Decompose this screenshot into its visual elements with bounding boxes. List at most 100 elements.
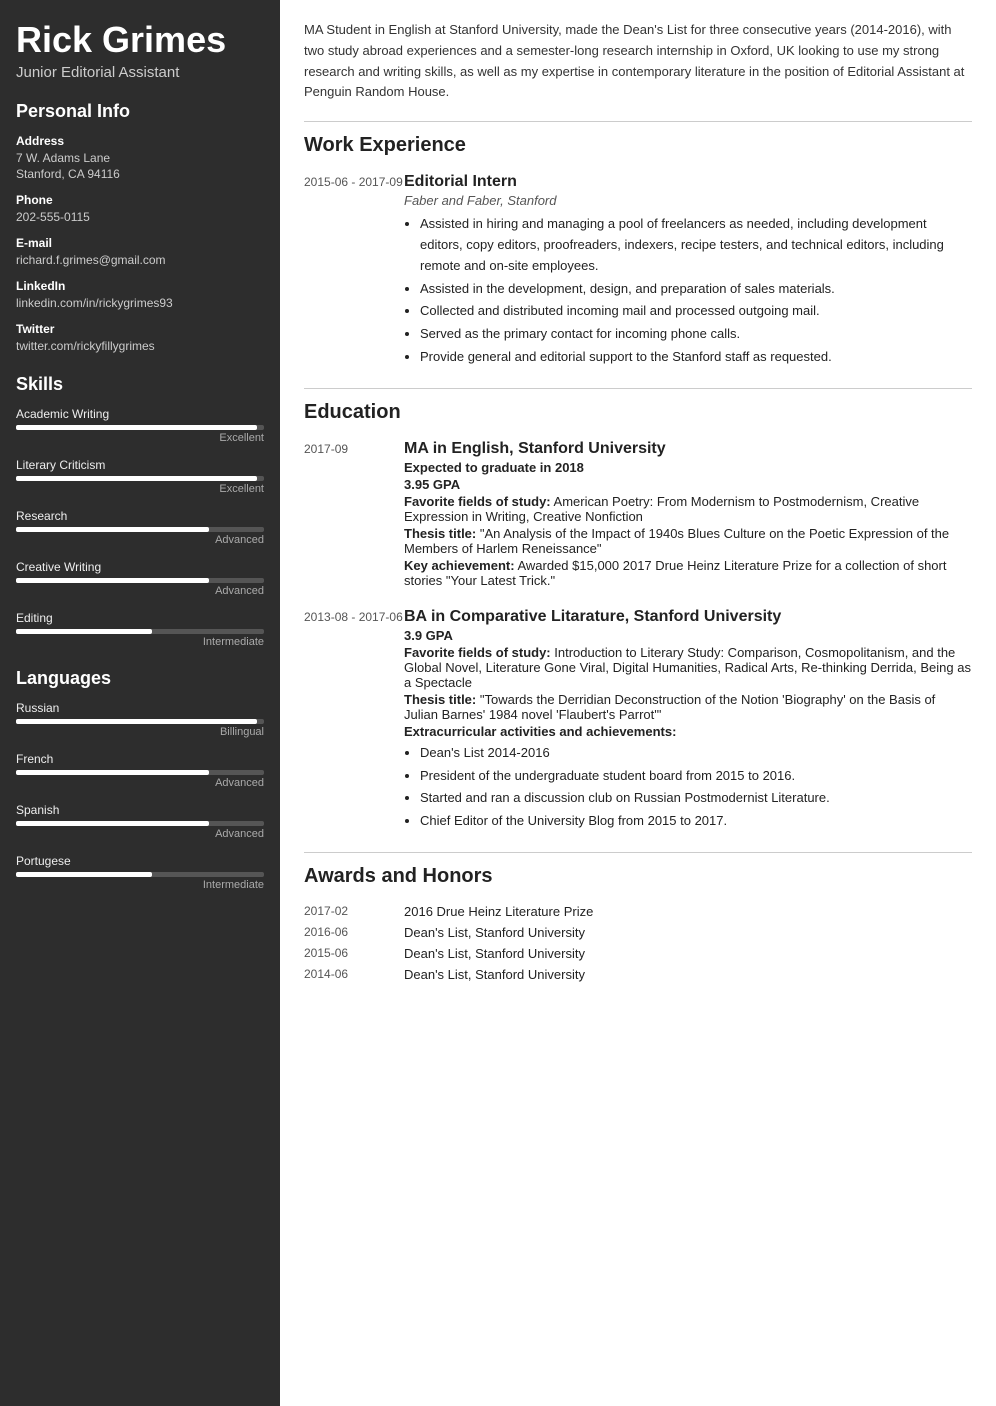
award-entry: 2014-06 Dean's List, Stanford University xyxy=(304,967,972,982)
skill-item: Research Advanced xyxy=(16,509,264,546)
linkedin-value: linkedin.com/in/rickygrimes93 xyxy=(16,295,264,312)
divider-education xyxy=(304,388,972,389)
skill-item: Creative Writing Advanced xyxy=(16,560,264,597)
award-date: 2015-06 xyxy=(304,946,404,961)
edu-date: 2017-09 xyxy=(304,440,404,590)
language-bar-bg xyxy=(16,770,264,775)
job-title: Junior Editorial Assistant xyxy=(16,64,264,81)
skill-bar-fill xyxy=(16,476,257,481)
skill-bar-bg xyxy=(16,629,264,634)
edu-bullet: President of the undergraduate student b… xyxy=(420,766,972,787)
education-entry: 2017-09 MA in English, Stanford Universi… xyxy=(304,440,972,590)
language-item: Portugese Intermediate xyxy=(16,854,264,891)
education-title: Education xyxy=(304,401,972,424)
work-bullet: Provide general and editorial support to… xyxy=(420,347,972,368)
award-date: 2016-06 xyxy=(304,925,404,940)
award-entry: 2015-06 Dean's List, Stanford University xyxy=(304,946,972,961)
skill-item: Editing Intermediate xyxy=(16,611,264,648)
edu-bold1: Expected to graduate in 2018 xyxy=(404,460,972,475)
sidebar: Rick Grimes Junior Editorial Assistant P… xyxy=(0,0,280,1406)
language-bar-fill xyxy=(16,719,257,724)
awards-title: Awards and Honors xyxy=(304,865,972,888)
skill-name: Research xyxy=(16,509,264,523)
language-bar-fill xyxy=(16,821,209,826)
twitter-value: twitter.com/rickyfillygrimes xyxy=(16,338,264,355)
edu-fields: Favorite fields of study: Introduction t… xyxy=(404,645,972,690)
skill-name: Literary Criticism xyxy=(16,458,264,472)
phone-value: 202-555-0115 xyxy=(16,209,264,226)
skill-item: Literary Criticism Excellent xyxy=(16,458,264,495)
skill-bar-bg xyxy=(16,527,264,532)
edu-achievement: Key achievement: Awarded $15,000 2017 Dr… xyxy=(404,558,972,588)
work-entries: 2015-06 - 2017-09 Editorial Intern Faber… xyxy=(304,173,972,370)
skill-name: Editing xyxy=(16,611,264,625)
edu-body: BA in Comparative Litarature, Stanford U… xyxy=(404,608,972,834)
edu-extracurricular-label: Extracurricular activities and achieveme… xyxy=(404,724,972,739)
work-bullets: Assisted in hiring and managing a pool o… xyxy=(420,214,972,368)
skill-bar-fill xyxy=(16,629,152,634)
work-entry: 2015-06 - 2017-09 Editorial Intern Faber… xyxy=(304,173,972,370)
awards-list: 2017-02 2016 Drue Heinz Literature Prize… xyxy=(304,904,972,982)
language-bar-fill xyxy=(16,770,209,775)
award-text: Dean's List, Stanford University xyxy=(404,946,585,961)
language-level: Billingual xyxy=(16,726,264,738)
edu-gpa: 3.9 GPA xyxy=(404,628,972,643)
work-date: 2015-06 - 2017-09 xyxy=(304,173,404,370)
language-bar-fill xyxy=(16,872,152,877)
language-level: Intermediate xyxy=(16,879,264,891)
edu-title: MA in English, Stanford University xyxy=(404,440,972,458)
edu-body: MA in English, Stanford University Expect… xyxy=(404,440,972,590)
skill-bar-bg xyxy=(16,425,264,430)
language-item: French Advanced xyxy=(16,752,264,789)
award-entry: 2017-02 2016 Drue Heinz Literature Prize xyxy=(304,904,972,919)
work-bullet: Collected and distributed incoming mail … xyxy=(420,301,972,322)
skill-bar-fill xyxy=(16,425,257,430)
language-level: Advanced xyxy=(16,828,264,840)
email-label: E-mail xyxy=(16,236,264,250)
work-experience-title: Work Experience xyxy=(304,134,972,157)
language-bar-bg xyxy=(16,872,264,877)
work-subtitle: Faber and Faber, Stanford xyxy=(404,193,972,208)
award-date: 2017-02 xyxy=(304,904,404,919)
language-name: French xyxy=(16,752,264,766)
linkedin-label: LinkedIn xyxy=(16,279,264,293)
skills-title: Skills xyxy=(16,374,264,395)
award-entry: 2016-06 Dean's List, Stanford University xyxy=(304,925,972,940)
edu-title: BA in Comparative Litarature, Stanford U… xyxy=(404,608,972,626)
education-entry: 2013-08 - 2017-06 BA in Comparative Lita… xyxy=(304,608,972,834)
edu-thesis: Thesis title: "An Analysis of the Impact… xyxy=(404,526,972,556)
language-name: Spanish xyxy=(16,803,264,817)
edu-gpa: 3.95 GPA xyxy=(404,477,972,492)
skill-name: Academic Writing xyxy=(16,407,264,421)
address-line1: 7 W. Adams Lane xyxy=(16,150,264,167)
edu-bullet: Started and ran a discussion club on Rus… xyxy=(420,788,972,809)
language-name: Portugese xyxy=(16,854,264,868)
language-name: Russian xyxy=(16,701,264,715)
language-item: Russian Billingual xyxy=(16,701,264,738)
divider-work xyxy=(304,121,972,122)
skill-level: Advanced xyxy=(16,534,264,546)
personal-info-title: Personal Info xyxy=(16,101,264,122)
edu-thesis: Thesis title: "Towards the Derridian Dec… xyxy=(404,692,972,722)
candidate-name: Rick Grimes xyxy=(16,20,264,60)
skill-item: Academic Writing Excellent xyxy=(16,407,264,444)
languages-title: Languages xyxy=(16,668,264,689)
work-bullet: Assisted in the development, design, and… xyxy=(420,279,972,300)
edu-fields: Favorite fields of study: American Poetr… xyxy=(404,494,972,524)
skill-bar-fill xyxy=(16,578,209,583)
skill-bar-bg xyxy=(16,578,264,583)
skill-level: Excellent xyxy=(16,432,264,444)
skill-bar-fill xyxy=(16,527,209,532)
phone-label: Phone xyxy=(16,193,264,207)
work-body: Editorial Intern Faber and Faber, Stanfo… xyxy=(404,173,972,370)
education-entries: 2017-09 MA in English, Stanford Universi… xyxy=(304,440,972,834)
language-bar-bg xyxy=(16,719,264,724)
skill-level: Intermediate xyxy=(16,636,264,648)
summary-text: MA Student in English at Stanford Univer… xyxy=(304,20,972,103)
skill-level: Advanced xyxy=(16,585,264,597)
twitter-label: Twitter xyxy=(16,322,264,336)
language-item: Spanish Advanced xyxy=(16,803,264,840)
work-bullet: Assisted in hiring and managing a pool o… xyxy=(420,214,972,276)
skills-list: Academic Writing Excellent Literary Crit… xyxy=(16,407,264,648)
work-title: Editorial Intern xyxy=(404,173,972,191)
